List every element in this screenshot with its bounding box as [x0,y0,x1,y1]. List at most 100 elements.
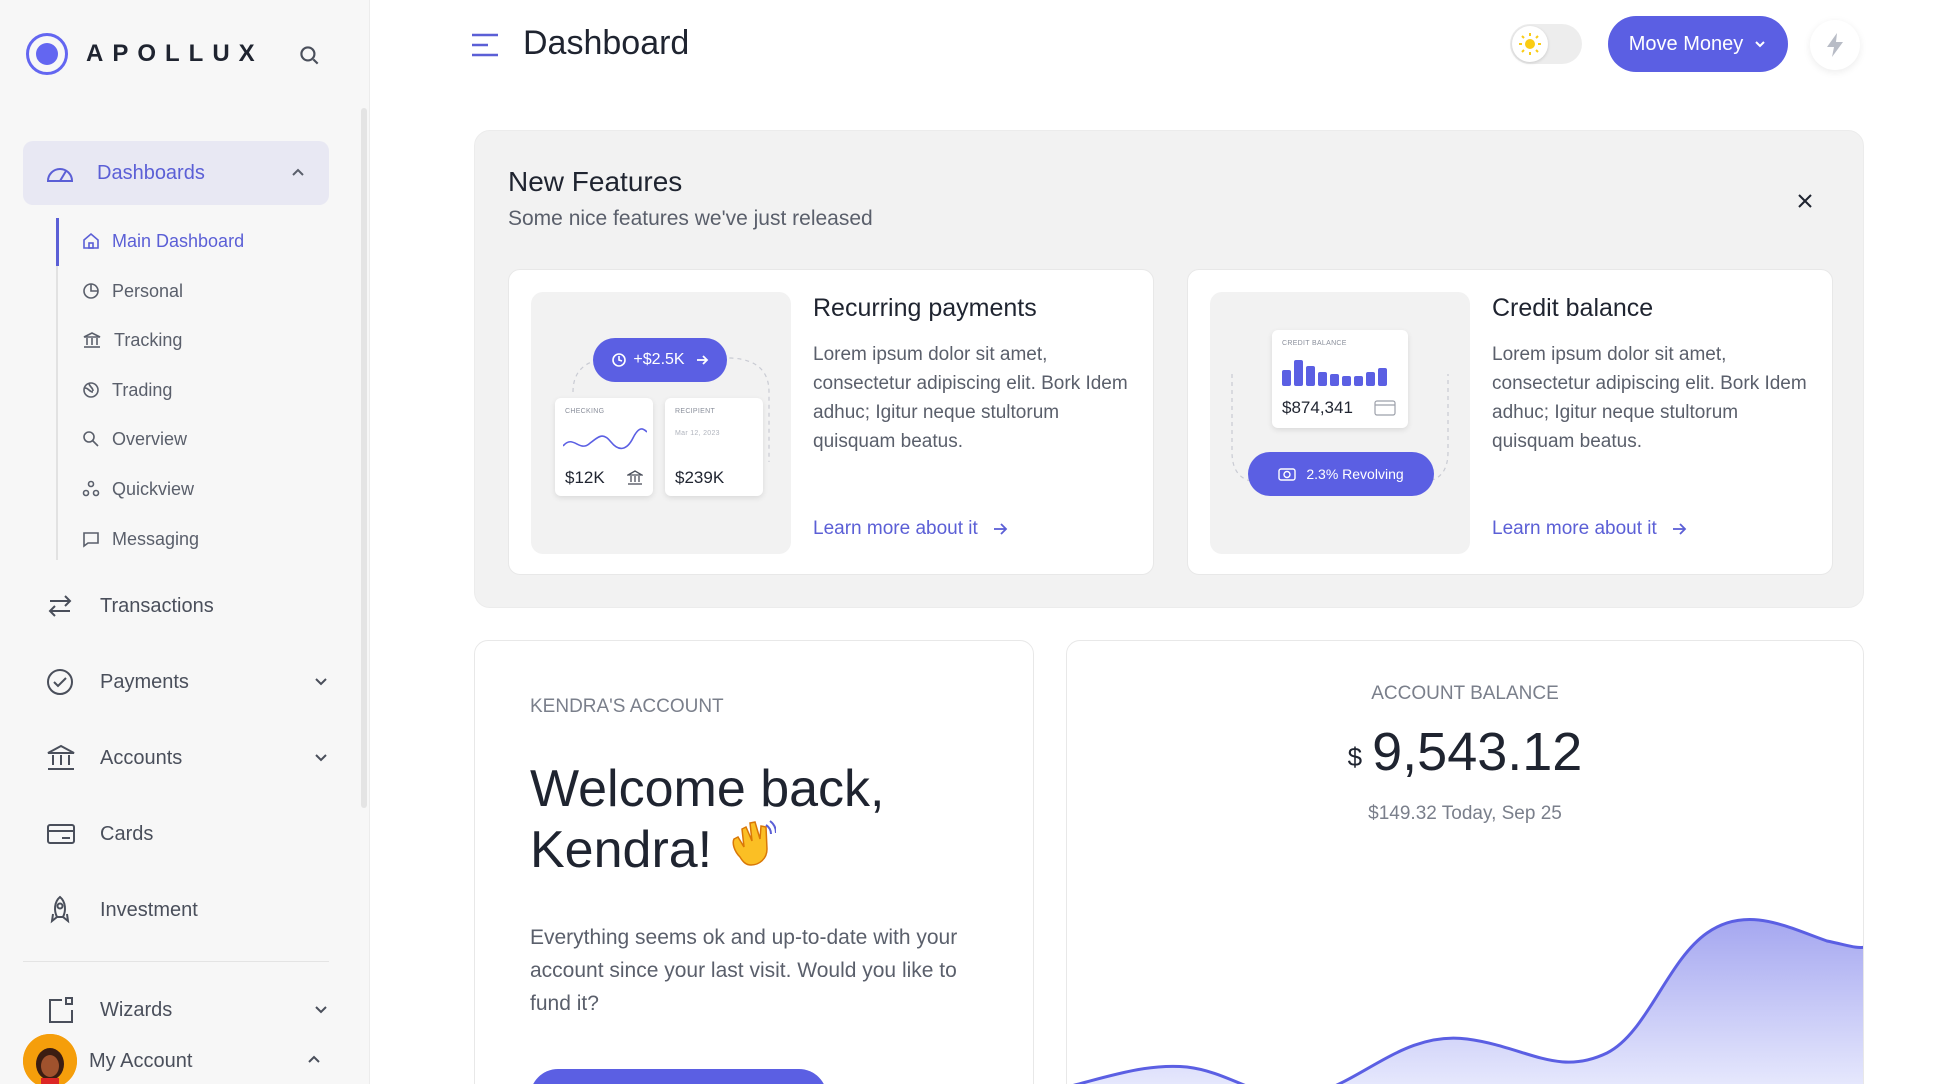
chevron-up-icon [292,168,304,176]
sidebar-item-label: Dashboards [97,161,205,184]
gauge-icon [46,168,74,182]
chevron-down-icon [315,754,327,762]
recurring-pill: +$2.5K [593,338,727,382]
credit-bars [1282,360,1387,386]
sidebar-subitem-label: Trading [112,379,173,400]
bank-icon [47,744,75,770]
welcome-line-1: Welcome back, [530,760,885,818]
balance-card: ACCOUNT BALANCE $9,543.12 $149.32 Today,… [1066,640,1864,1084]
balance-label: ACCOUNT BALANCE [1371,683,1559,704]
balance-currency: $ [1347,742,1363,772]
sidebar-subitem-main-dashboard[interactable]: Main Dashboard [82,229,244,253]
sidebar-subitem-tracking[interactable]: Tracking [82,328,182,352]
brand[interactable]: APOLLUX [26,32,264,76]
theme-toggle-knob [1512,26,1548,62]
checking-mini-card: CHECKING $12K [555,398,653,496]
learn-more-link[interactable]: Learn more about it [813,518,1008,540]
message-icon [83,532,99,548]
sidebar-subitem-label: Overview [112,428,188,449]
subnav-active-indicator [56,218,59,266]
sidebar-item-label: Cards [100,822,154,845]
theme-toggle[interactable] [1510,24,1582,64]
sidebar-subitem-trading[interactable]: Trading [82,378,172,402]
brand-logo-icon [26,33,68,75]
features-subtitle: Some nice features we've just released [508,207,873,230]
feature-card-credit: CREDIT BALANCE $874,341 2.3% Revolving C… [1187,269,1833,575]
fund-account-button[interactable] [530,1069,827,1084]
sparkline [563,428,647,450]
card-icon [1374,400,1396,416]
wizard-icon [49,997,73,1023]
page-title: Dashboard [523,24,690,62]
subnav-track [56,218,58,560]
credit-mini-card: CREDIT BALANCE $874,341 [1272,330,1408,428]
notifications-button[interactable] [1810,20,1860,70]
sidebar-subitem-personal[interactable]: Personal [82,279,183,303]
my-account-label: My Account [89,1049,193,1072]
recipient-date: Mar 12, 2023 [675,430,720,437]
arrow-right-icon [696,355,708,365]
search-icon[interactable] [296,42,322,68]
chevron-up-icon [308,1055,320,1063]
account-message: Everything seems ok and up-to-date with … [530,926,958,1015]
welcome-heading: Welcome back, Kendra! [530,761,970,878]
balance-value: 9,543.12 [1372,722,1583,782]
camera-icon [1278,468,1297,481]
home-icon [83,232,99,249]
sidebar-item-label: Transactions [100,594,214,617]
sidebar-subitem-label: Personal [112,280,184,301]
chevron-down-icon [315,1006,327,1014]
sidebar-item-investment[interactable]: Investment [46,890,330,930]
sidebar-subitem-label: Main Dashboard [112,230,245,251]
feature-illustration: +$2.5K CHECKING $12K RECIPIENT Mar 12, 2… [531,292,791,554]
brand-name: APOLLUX [86,40,264,67]
chevron-down-icon [315,678,327,686]
recurring-pill-label: +$2.5K [633,351,685,368]
sidebar-item-transactions[interactable]: Transactions [46,586,330,626]
credit-label: CREDIT BALANCE [1282,340,1347,347]
feature-title: Credit balance [1492,294,1654,322]
balance-amount: $9,543.12 [1067,721,1863,783]
nodes-icon [82,480,100,497]
sidebar-item-label: Investment [100,898,198,921]
feature-card-recurring: +$2.5K CHECKING $12K RECIPIENT Mar 12, 2… [508,269,1154,575]
sidebar-subitem-overview[interactable]: Overview [82,427,187,451]
bolt-icon [1827,33,1843,57]
arrows-icon [48,595,72,617]
learn-more-label: Learn more about it [813,518,978,539]
globe-icon [83,382,99,398]
sidebar-item-dashboards[interactable]: Dashboards [23,141,329,205]
move-money-button[interactable]: Move Money [1608,16,1788,72]
pie-icon [83,283,99,299]
feature-title: Recurring payments [813,294,1037,322]
recipient-label: RECIPIENT [675,408,716,415]
close-icon[interactable] [1795,191,1815,211]
sidebar-item-cards[interactable]: Cards [46,814,330,854]
credit-value: $874,341 [1282,398,1353,417]
account-card: KENDRA'S ACCOUNT Welcome back, Kendra! E… [474,640,1034,1084]
avatar [23,1034,77,1084]
bank-icon [627,470,643,485]
sidebar-subitem-messaging[interactable]: Messaging [82,527,199,551]
menu-icon[interactable] [470,30,500,60]
clock-icon [612,353,627,367]
tag-icon [83,431,99,447]
learn-more-link[interactable]: Learn more about it [1492,518,1687,540]
check-circle-icon [47,669,73,695]
waving-hand-icon [726,817,778,878]
my-account[interactable]: My Account [23,1034,323,1084]
feature-illustration: CREDIT BALANCE $874,341 2.3% Revolving [1210,292,1470,554]
sidebar-item-accounts[interactable]: Accounts [46,738,330,778]
revolving-pill-label: 2.3% Revolving [1306,466,1404,482]
sidebar-subitem-quickview[interactable]: Quickview [82,477,194,501]
sidebar-subitem-label: Messaging [112,528,200,549]
sidebar-scrollbar[interactable] [361,108,367,808]
sidebar-item-payments[interactable]: Payments [46,662,330,702]
sidebar-item-label: Accounts [100,746,183,769]
sidebar-item-wizards[interactable]: Wizards [46,990,330,1030]
welcome-line-2: Kendra! [530,821,713,879]
revolving-pill: 2.3% Revolving [1248,452,1434,496]
sidebar-subitem-label: Tracking [114,329,183,350]
recipient-value: $239K [675,468,725,487]
chevron-down-icon [1755,41,1765,48]
